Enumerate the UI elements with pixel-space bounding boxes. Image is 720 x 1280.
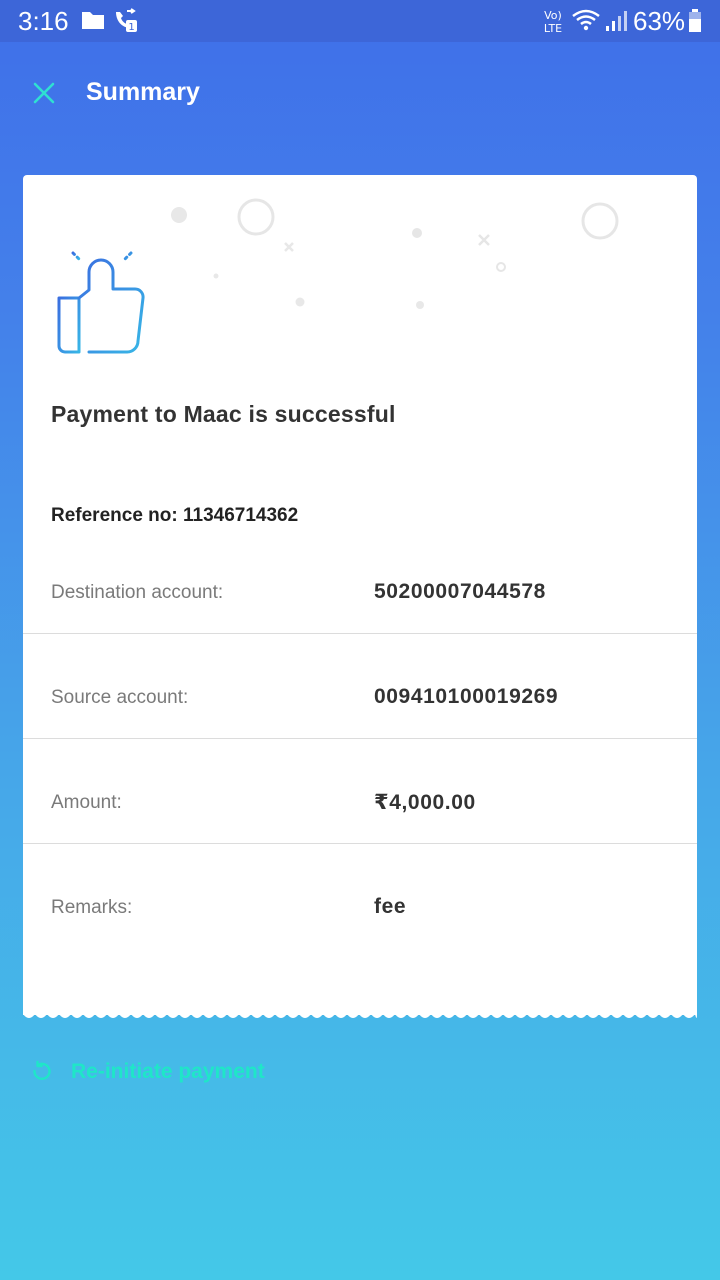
reinitiate-payment-button[interactable]: Re-initiate payment <box>30 1057 265 1087</box>
sim-badge: 1 <box>128 22 134 33</box>
summary-card: Payment to Maac is successful Reference … <box>23 175 697 1015</box>
row-value: 009410100019269 <box>374 685 559 708</box>
status-time: 3:16 <box>18 6 69 36</box>
volte-icon: Vo) LTE <box>544 9 562 34</box>
row-label: Remarks: <box>51 897 133 918</box>
reinitiate-label: Re-initiate payment <box>71 1060 265 1083</box>
wifi-icon <box>572 9 600 31</box>
close-icon[interactable] <box>26 75 62 111</box>
row-value: ₹4,000.00 <box>374 791 476 814</box>
battery-percent: 63% <box>633 6 686 36</box>
reference-number: Reference no: 11346714362 <box>51 505 298 527</box>
receipt-edge <box>23 1006 697 1018</box>
row-value: 50200007044578 <box>374 580 546 603</box>
reference-value: 11346714362 <box>182 505 299 526</box>
battery-icon <box>689 9 701 32</box>
signal-icon <box>606 11 627 31</box>
volte-top: Vo) <box>544 9 562 22</box>
app-bar: Summary <box>0 42 720 142</box>
row-value: fee <box>374 895 407 918</box>
detail-row-remarks: Remarks: fee <box>23 844 697 949</box>
row-label: Source account: <box>51 687 189 708</box>
call-forward-icon: 1 <box>116 8 137 33</box>
row-label: Amount: <box>51 792 122 813</box>
refresh-icon <box>33 1060 51 1080</box>
detail-row-destination: Destination account: 50200007044578 <box>23 529 697 634</box>
folder-icon <box>82 12 104 29</box>
detail-row-amount: Amount: ₹4,000.00 <box>23 739 697 844</box>
status-bar: 3:16 1 Vo) LTE 63% <box>0 0 720 42</box>
thumbs-up-icon <box>57 237 145 354</box>
page-title: Summary <box>86 78 200 106</box>
row-label: Destination account: <box>51 582 224 603</box>
success-message: Payment to Maac is successful <box>51 401 396 427</box>
detail-row-source: Source account: 009410100019269 <box>23 634 697 739</box>
reference-label: Reference no: <box>51 505 178 526</box>
volte-bottom: LTE <box>544 22 562 34</box>
